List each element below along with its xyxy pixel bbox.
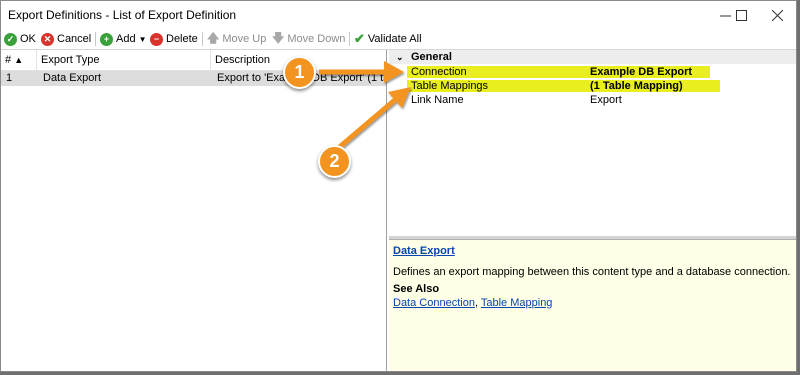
export-definitions-window: Export Definitions - List of Export Defi… [0, 0, 797, 372]
annotation-arrows [319, 61, 411, 152]
callout-badge-2: 2 [318, 145, 351, 178]
arrow-1-head [384, 61, 404, 83]
arrow-2-shaft [334, 97, 398, 152]
callout-badge-1: 1 [283, 56, 316, 89]
